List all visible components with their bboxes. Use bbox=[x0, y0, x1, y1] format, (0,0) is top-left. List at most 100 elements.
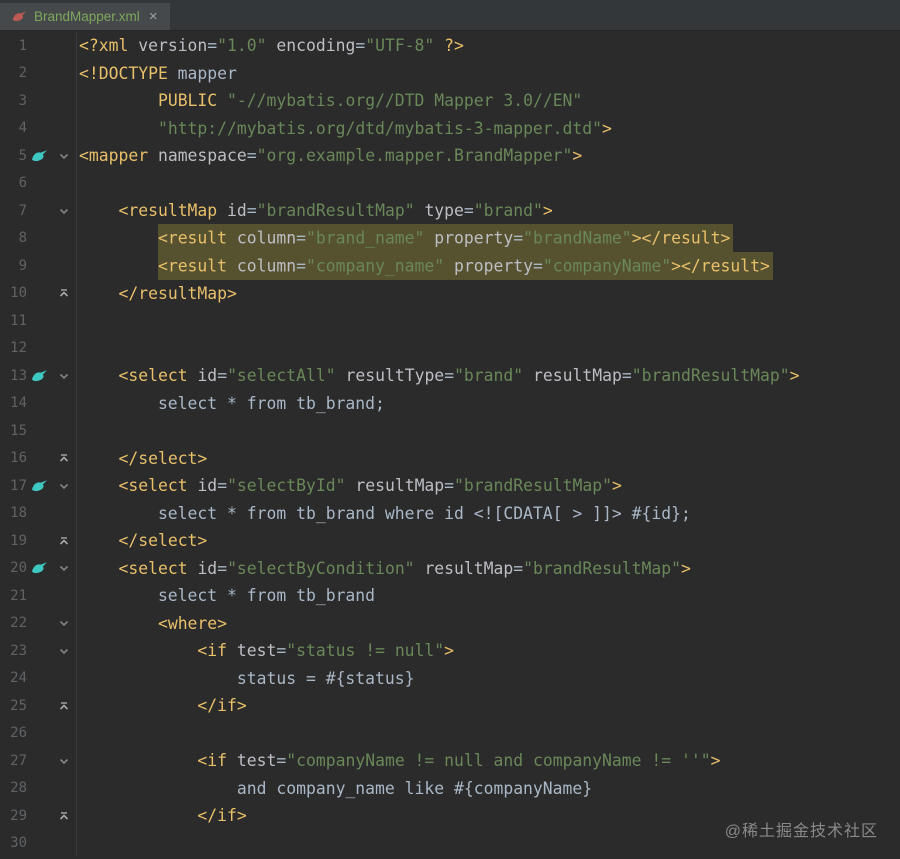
code-text: </resultMap> bbox=[77, 284, 900, 303]
line-number: 18 bbox=[10, 505, 27, 522]
code-token: = bbox=[513, 558, 524, 578]
editor-tab-bar: BrandMapper.xml × bbox=[0, 0, 900, 31]
fold-chevron-up-icon[interactable] bbox=[52, 452, 76, 464]
code-token: resultType bbox=[345, 366, 445, 386]
gutter: 19 bbox=[0, 527, 77, 555]
gutter: 27 bbox=[0, 747, 77, 775]
line-number: 3 bbox=[18, 92, 27, 109]
code-token: <result bbox=[157, 256, 228, 276]
fold-chevron-up-icon[interactable] bbox=[52, 810, 76, 822]
close-icon[interactable]: × bbox=[149, 9, 158, 24]
code-token: "selectById" bbox=[227, 476, 346, 496]
fold-chevron-down-icon[interactable] bbox=[52, 150, 76, 162]
code-token: "-//mybatis.org//DTD Mapper 3.0//EN" bbox=[227, 91, 583, 111]
fold-chevron-down-icon[interactable] bbox=[52, 480, 76, 492]
code-token: <where> bbox=[157, 613, 228, 633]
code-token: resultMap bbox=[533, 366, 622, 386]
gutter: 8 bbox=[0, 224, 77, 252]
code-token: resultMap bbox=[355, 476, 445, 496]
editor[interactable]: 1 <?xml version="1.0" encoding="UTF-8" ?>… bbox=[0, 31, 900, 859]
line-number: 14 bbox=[10, 395, 27, 412]
gutter: 30 bbox=[0, 829, 77, 857]
gutter: 6 bbox=[0, 169, 77, 197]
code-text: <select id="selectByCondition" resultMap… bbox=[77, 559, 900, 578]
fold-chevron-down-icon[interactable] bbox=[52, 370, 76, 382]
fold-chevron-up-icon[interactable] bbox=[52, 535, 76, 547]
code-token: version bbox=[138, 36, 208, 56]
mybatis-bird-icon[interactable] bbox=[27, 369, 52, 383]
code-token: ></result> bbox=[671, 256, 770, 276]
code-token: "brandName" bbox=[523, 228, 632, 248]
code-line: 14 select * from tb_brand; bbox=[0, 389, 900, 417]
line-number: 7 bbox=[18, 202, 27, 219]
code-token: > bbox=[444, 641, 455, 661]
gutter: 10 bbox=[0, 279, 77, 307]
line-number: 15 bbox=[10, 422, 27, 439]
code-line: 9 <result column="company_name" property… bbox=[0, 251, 900, 280]
fold-chevron-down-icon[interactable] bbox=[52, 755, 76, 767]
tab-brandmapper-xml[interactable]: BrandMapper.xml × bbox=[0, 3, 170, 30]
fold-chevron-down-icon[interactable] bbox=[52, 645, 76, 657]
code-token: "brandResultMap" bbox=[256, 201, 415, 221]
code-line: 18 select * from tb_brand where id <![CD… bbox=[0, 499, 900, 527]
code-text: PUBLIC "-//mybatis.org//DTD Mapper 3.0//… bbox=[77, 91, 900, 110]
line-number: 25 bbox=[10, 697, 27, 714]
code-token: id bbox=[197, 476, 218, 496]
gutter: 3 bbox=[0, 87, 77, 115]
code-token: = bbox=[217, 476, 228, 496]
code-line: 28 and company_name like #{companyName} bbox=[0, 774, 900, 802]
gutter: 9 bbox=[0, 252, 77, 280]
code-token: = bbox=[444, 476, 455, 496]
gutter: 24 bbox=[0, 664, 77, 692]
code-token: = bbox=[513, 228, 524, 248]
gutter: 1 bbox=[0, 32, 77, 60]
mybatis-bird-icon[interactable] bbox=[27, 561, 52, 575]
code-token: </select> bbox=[118, 531, 208, 551]
fold-chevron-down-icon[interactable] bbox=[52, 205, 76, 217]
code-text: <result column="brand_name" property="br… bbox=[77, 224, 900, 253]
gutter: 25 bbox=[0, 692, 77, 720]
gutter: 2 bbox=[0, 59, 77, 87]
code-line: 5 <mapper namespace="org.example.mapper.B… bbox=[0, 142, 900, 170]
code-token: > bbox=[789, 366, 800, 386]
code-token: = bbox=[207, 36, 218, 56]
code-token: ></result> bbox=[631, 228, 731, 248]
mybatis-bird-icon[interactable] bbox=[27, 149, 52, 163]
code-text: <?xml version="1.0" encoding="UTF-8" ?> bbox=[77, 36, 900, 55]
gutter: 21 bbox=[0, 582, 77, 610]
code-token: <if bbox=[197, 641, 228, 661]
code-line: 21 select * from tb_brand bbox=[0, 582, 900, 610]
code-token: test bbox=[236, 641, 277, 661]
line-number: 9 bbox=[18, 257, 27, 274]
gutter: 18 bbox=[0, 499, 77, 527]
code-line: 23 <if test="status != null"> bbox=[0, 637, 900, 665]
code-token: "UTF-8" bbox=[365, 36, 435, 56]
code-line: 19 </select> bbox=[0, 527, 900, 555]
fold-chevron-up-icon[interactable] bbox=[52, 700, 76, 712]
code-token: column bbox=[236, 228, 297, 248]
line-number: 19 bbox=[10, 532, 27, 549]
mybatis-file-icon bbox=[12, 10, 27, 23]
fold-chevron-down-icon[interactable] bbox=[52, 562, 76, 574]
code-text: <result column="company_name" property="… bbox=[77, 251, 900, 280]
fold-chevron-up-icon[interactable] bbox=[52, 287, 76, 299]
gutter: 26 bbox=[0, 719, 77, 747]
gutter: 23 bbox=[0, 637, 77, 665]
code-token: > bbox=[710, 751, 721, 771]
code-text: and company_name like #{companyName} bbox=[77, 779, 900, 798]
code-token: "company_name" bbox=[306, 256, 445, 276]
fold-chevron-down-icon[interactable] bbox=[52, 617, 76, 629]
code-token: > bbox=[572, 146, 583, 166]
mybatis-bird-icon[interactable] bbox=[27, 479, 52, 493]
code-line: 8 <result column="brand_name" property="… bbox=[0, 224, 900, 253]
